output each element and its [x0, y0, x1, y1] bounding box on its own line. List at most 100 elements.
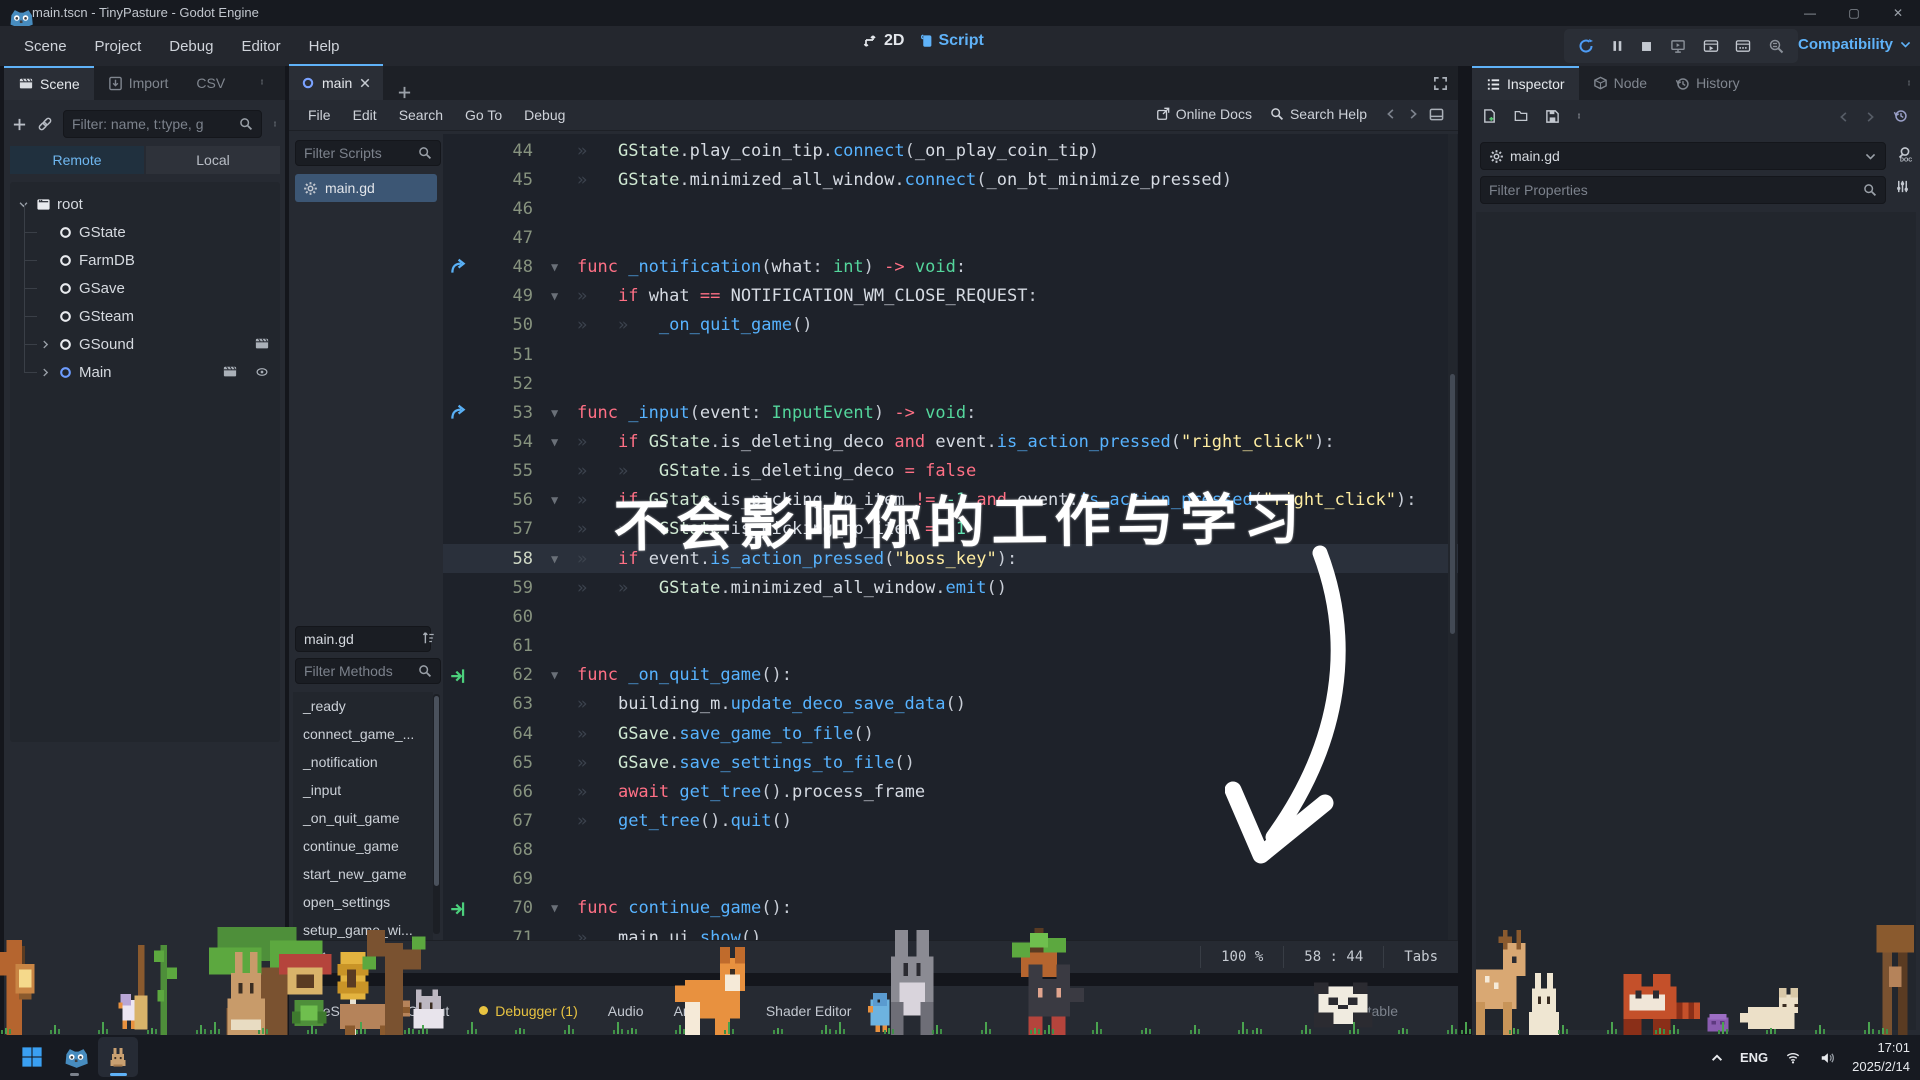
add-node-button[interactable] [12, 117, 27, 132]
method-item[interactable]: continue_game [293, 832, 433, 860]
code-line-45[interactable]: 45» GState.minimized_all_window.connect(… [443, 165, 1458, 194]
script-list-item[interactable]: main.gd [295, 174, 437, 202]
code-line-54[interactable]: 54 ▼» if GState.is_deleting_deco and even… [443, 428, 1458, 457]
distraction-free-icon[interactable] [1433, 76, 1448, 91]
script-menu-search[interactable]: Search [388, 100, 454, 130]
language-indicator[interactable]: ENG [1740, 1050, 1768, 1065]
code-line-47[interactable]: 47 [443, 223, 1458, 252]
clock[interactable]: 17:01 2025/2/14 [1852, 1039, 1910, 1077]
menu-debug[interactable]: Debug [155, 32, 227, 60]
script-panel-toggle-icon[interactable] [1429, 107, 1444, 122]
instance-scene-button[interactable] [37, 116, 53, 132]
bottom-tab-audio[interactable]: Audio [593, 986, 659, 1035]
new-resource-icon[interactable] [1482, 108, 1497, 124]
method-item[interactable]: _input [293, 776, 433, 804]
workspace-tab-script[interactable]: Script [920, 32, 984, 50]
cursor-position[interactable]: 58 : 44 [1283, 946, 1383, 968]
tree-node-root[interactable]: root [10, 190, 280, 218]
dock-tab-scene[interactable]: Scene [4, 66, 94, 100]
movie-maker-icon[interactable] [1768, 38, 1784, 54]
workspace-tab-2d[interactable]: 2D [863, 32, 904, 50]
history-forward-icon[interactable] [1407, 107, 1419, 121]
start-button[interactable] [12, 1037, 52, 1077]
minimize-button[interactable]: — [1788, 2, 1832, 24]
tree-node-gsteam[interactable]: GSteam [10, 288, 280, 330]
method-item[interactable]: open_settings [293, 888, 433, 916]
fold-arrow-icon[interactable]: ▼ [551, 668, 558, 682]
tree-node-gsave[interactable]: GSave [10, 260, 280, 302]
tree-node-gsound[interactable]: GSound [10, 316, 280, 358]
scene-filter-input[interactable]: Filter: name, t:type, g [63, 110, 262, 138]
chevron-right-icon[interactable] [40, 367, 52, 378]
code-line-51[interactable]: 51 [443, 340, 1458, 369]
menu-scene[interactable]: Scene [10, 32, 81, 60]
history-forward-icon[interactable] [1864, 110, 1876, 124]
doc-search-icon[interactable]: DOC [1896, 146, 1912, 162]
maximize-button[interactable]: ▢ [1832, 2, 1876, 24]
new-tab-button[interactable] [397, 85, 412, 100]
volume-icon[interactable] [1818, 1051, 1836, 1065]
extra-filters-icon[interactable] [1895, 179, 1910, 194]
filter-menu-icon[interactable] [272, 116, 278, 132]
fold-arrow-icon[interactable]: ▼ [551, 435, 558, 449]
object-history-icon[interactable] [1893, 108, 1908, 123]
fold-arrow-icon[interactable]: ▼ [551, 406, 558, 420]
method-item[interactable]: connect_game_... [293, 720, 433, 748]
play-remote-icon[interactable] [1670, 39, 1686, 54]
tray-chevron-up-icon[interactable] [1710, 1051, 1724, 1065]
menu-project[interactable]: Project [81, 32, 156, 60]
load-resource-icon[interactable] [1513, 109, 1529, 123]
play-scene-icon[interactable] [1703, 39, 1719, 54]
fold-arrow-icon[interactable]: ▼ [551, 901, 558, 915]
code-line-52[interactable]: 52 [443, 369, 1458, 398]
resource-menu-icon[interactable] [1576, 108, 1582, 124]
wifi-icon[interactable] [1784, 1051, 1802, 1065]
tree-node-gstate[interactable]: GState [10, 204, 280, 246]
history-back-icon[interactable] [1838, 110, 1850, 124]
code-line-44[interactable]: 44» GState.play_coin_tip.connect(_on_pla… [443, 136, 1458, 165]
resource-dropdown[interactable]: main.gd [1480, 142, 1886, 170]
method-item[interactable]: start_new_game [293, 860, 433, 888]
script-menu-file[interactable]: File [297, 100, 342, 130]
bottom-tab-filesystem[interactable]: FileSystem [293, 986, 392, 1035]
dock-tab-csv[interactable]: CSV [182, 66, 239, 100]
tree-node-main[interactable]: Main [10, 344, 280, 386]
method-item[interactable]: _notification [293, 748, 433, 776]
taskbar-godot-app[interactable] [56, 1037, 96, 1077]
method-item[interactable]: _on_quit_game [293, 804, 433, 832]
pause-icon[interactable] [1611, 39, 1624, 53]
chevron-right-icon[interactable] [40, 339, 52, 350]
tree-node-farmdb[interactable]: FarmDB [10, 232, 280, 274]
view-tab-remote[interactable]: Remote [10, 146, 144, 174]
bottom-tab-shader-editor[interactable]: Shader Editor [751, 986, 867, 1035]
filter-scripts-input[interactable]: Filter Scripts [295, 140, 441, 166]
fold-arrow-icon[interactable]: ▼ [551, 289, 558, 303]
indent-type[interactable]: Tabs [1383, 946, 1458, 968]
taskbar-tinypasture-app[interactable] [98, 1037, 138, 1077]
menu-editor[interactable]: Editor [227, 32, 294, 60]
fold-arrow-icon[interactable]: ▼ [551, 260, 558, 274]
stop-icon[interactable] [1640, 40, 1653, 53]
script-menu-debug[interactable]: Debug [513, 100, 576, 130]
script-tab-main[interactable]: main [289, 64, 384, 100]
view-tab-local[interactable]: Local [146, 146, 280, 174]
code-line-46[interactable]: 46 [443, 194, 1458, 223]
save-resource-icon[interactable] [1545, 109, 1560, 124]
online-docs-button[interactable]: Online Docs [1156, 106, 1252, 122]
script-menu-go-to[interactable]: Go To [454, 100, 513, 130]
clapper-icon[interactable] [222, 365, 238, 379]
close-button[interactable]: ✕ [1876, 2, 1920, 24]
bottom-tab-output[interactable]: Output [392, 986, 464, 1035]
script-menu-edit[interactable]: Edit [342, 100, 388, 130]
sort-methods-icon[interactable] [421, 631, 435, 645]
collapse-sidebar-icon[interactable] [317, 950, 329, 964]
dock-tab-node[interactable]: Node [1579, 66, 1661, 100]
dock-tab-import[interactable]: Import [94, 66, 183, 100]
code-line-71[interactable]: 71» main_ui.show() [443, 923, 1458, 940]
dock-menu-icon[interactable] [1906, 75, 1912, 91]
filter-methods-input[interactable]: Filter Methods [295, 658, 441, 684]
method-list-scrollbar[interactable] [433, 694, 440, 934]
replay-icon[interactable] [1578, 38, 1594, 54]
code-line-70[interactable]: 70 ▼ func continue_game(): [443, 894, 1458, 923]
member-filter-box[interactable]: main.gd [295, 626, 431, 652]
